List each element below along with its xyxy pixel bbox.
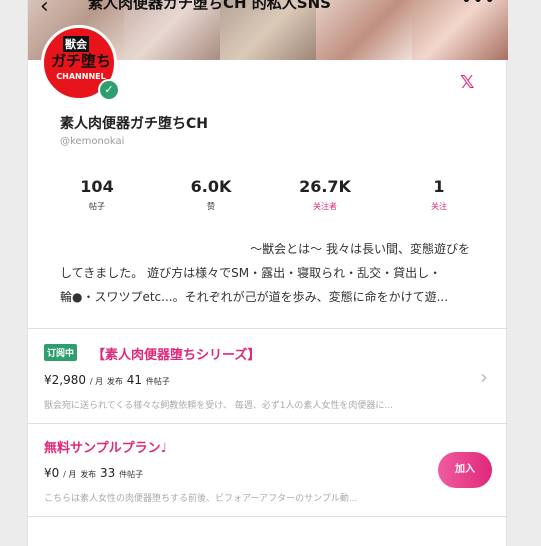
divider: [28, 423, 508, 424]
stat-label: 关注: [431, 202, 447, 211]
stat-value: 26.7K: [299, 177, 351, 196]
stat-following[interactable]: 1 关注: [382, 177, 496, 212]
profile-stats: 104 帖子 6.0K 赞 26.7K 关注者 1 关注: [40, 177, 496, 212]
stat-followers[interactable]: 26.7K 关注者: [268, 177, 382, 212]
stat-posts[interactable]: 104 帖子: [40, 177, 154, 212]
verified-check-icon: ✓: [98, 79, 120, 101]
plan-price: ¥0: [44, 466, 60, 480]
plan-posts-label: 发布: [80, 470, 97, 479]
stat-value: 1: [433, 177, 445, 196]
chevron-left-icon[interactable]: ‹: [40, 0, 49, 19]
bio-line: 輪●・スワツプetc...。それぞれが己が道を歩み、変態に命をかけて遊...: [60, 290, 449, 304]
divider: [28, 328, 508, 329]
plan-posts-suffix: 件帖子: [119, 470, 144, 479]
stat-label: 帖子: [89, 202, 105, 211]
profile-card: ‹ 素人肉便器ガチ堕ちCH 的私人SNS ••• 獣会 ガチ堕ち CHANNNE…: [27, 0, 508, 546]
join-button[interactable]: 加入: [438, 452, 492, 488]
divider: [28, 516, 508, 517]
chevron-right-icon[interactable]: ›: [480, 365, 488, 389]
plan-posts-label: 发布: [106, 377, 123, 386]
plan-posts-count: 41: [126, 373, 143, 387]
avatar-text: ガチ堕ち: [50, 52, 111, 70]
plan-title: 【素人肉便器堕ちシリーズ】: [92, 348, 261, 363]
stat-value: 104: [80, 177, 114, 196]
plan-posts-count: 33: [100, 466, 116, 480]
plan-description: こちらは素人女性の肉便器堕ちする前後、ビフォアーアフターのサンプル動...: [44, 494, 358, 504]
bio-line: してきました。 遊び方は様々でSM・露出・寝取られ・乱交・貸出し・: [60, 266, 442, 280]
subscribed-badge: 订阅中: [44, 344, 78, 361]
profile-bio[interactable]: 〜獣会とは〜 我々は長い間、変態遊びを してきました。 遊び方は様々でSM・露出…: [60, 237, 472, 309]
stat-label: 赞: [207, 202, 215, 211]
plan-price: ¥2,980: [44, 373, 86, 387]
plan-price-row: ¥0 / 月 发布 33 件帖子: [44, 466, 143, 480]
plan-title: 無料サンプルプラン♩: [44, 441, 167, 456]
stat-likes[interactable]: 6.0K 赞: [154, 177, 268, 212]
profile-handle: @kemonokai: [60, 136, 125, 147]
header-title: 素人肉便器ガチ堕ちCH 的私人SNS: [88, 0, 331, 12]
plan-price-unit: / 月: [89, 377, 104, 386]
plan-description: 獣会宛に送られてくる様々な飼教依頼を受け、 毎週、必ず1人の素人女性を肉便器に.…: [44, 401, 394, 411]
plan-posts-suffix: 件帖子: [145, 377, 170, 386]
more-icon[interactable]: •••: [461, 0, 496, 11]
x-icon[interactable]: 𝕏: [460, 72, 475, 93]
plan-price-unit: / 月: [63, 470, 77, 479]
profile-name: 素人肉便器ガチ堕ちCH: [60, 116, 208, 132]
plan-price-row: ¥2,980 / 月 发布 41 件帖子: [44, 373, 170, 387]
stat-label: 关注者: [313, 202, 337, 211]
stat-value: 6.0K: [190, 177, 232, 196]
bio-line: 〜獣会とは〜 我々は長い間、変態遊びを: [250, 242, 470, 256]
